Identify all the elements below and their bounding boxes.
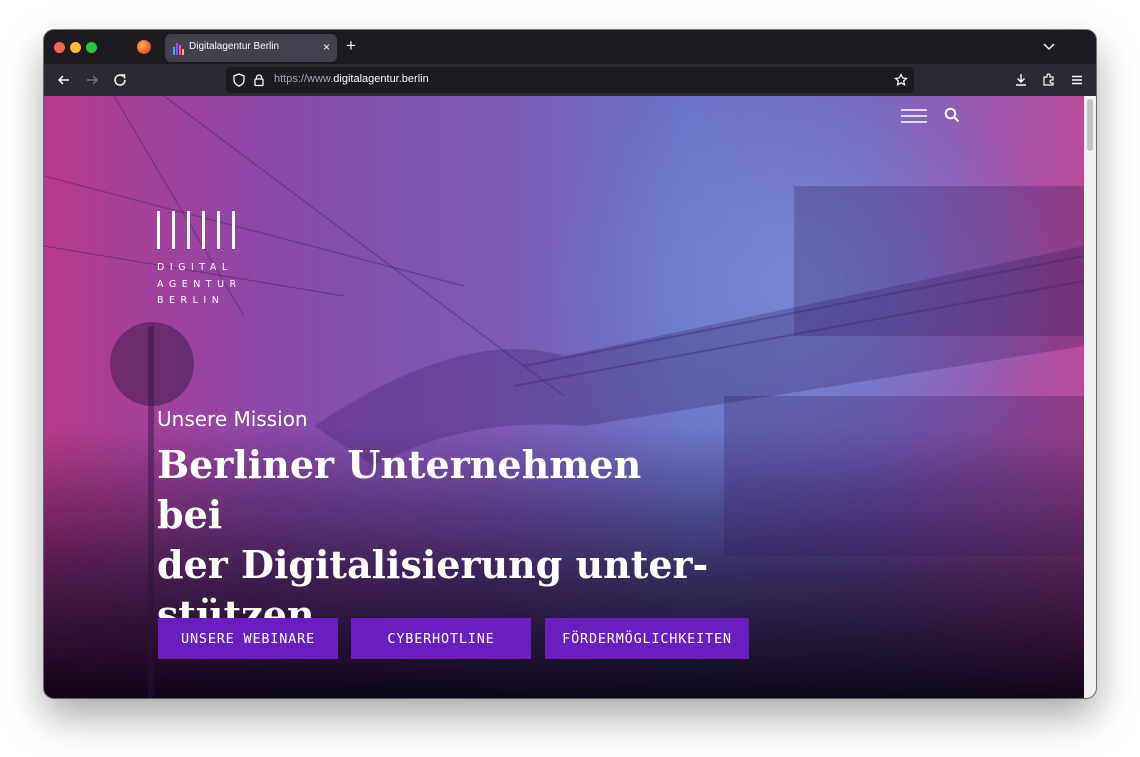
navigation-toolbar: https://www.digitalagentur.berlin (44, 64, 1096, 96)
scrollbar-thumb[interactable] (1087, 99, 1093, 151)
hero-section: DIGITAL AGENTUR BERLIN Unsere Mission Be… (44, 96, 1084, 698)
tab-strip: Digitalagentur Berlin × + (44, 30, 1096, 64)
window-minimize-button[interactable] (70, 42, 81, 53)
bookmark-star-icon[interactable] (894, 73, 908, 87)
logo-text-line: AGENTUR (157, 278, 242, 290)
mission-label: Unsere Mission (157, 407, 308, 431)
url-domain: digitalagentur.berlin (333, 73, 429, 85)
back-arrow-icon[interactable] (56, 72, 72, 88)
browser-window: Digitalagentur Berlin × + https://www.di… (44, 30, 1096, 698)
logo-bars-icon (157, 211, 239, 251)
chevron-down-icon[interactable] (1042, 39, 1056, 53)
window-close-button[interactable] (54, 42, 65, 53)
tracking-shield-icon[interactable] (232, 73, 246, 87)
headline-line: der Digitalisierung unter- (157, 542, 709, 587)
headline-line: Berliner Unternehmen bei (157, 442, 642, 537)
url-prefix: https://www. (274, 73, 334, 85)
webinare-button[interactable]: UNSERE WEBINARE (158, 618, 338, 659)
tab-close-icon[interactable]: × (323, 40, 330, 54)
site-favicon-icon (173, 41, 185, 55)
tab-digitalagentur[interactable]: Digitalagentur Berlin × (165, 34, 337, 62)
menu-hamburger-icon[interactable] (901, 109, 927, 123)
url-bar[interactable]: https://www.digitalagentur.berlin (226, 67, 914, 93)
reload-icon[interactable] (112, 72, 128, 88)
downloads-icon[interactable] (1013, 72, 1029, 88)
page-viewport: DIGITAL AGENTUR BERLIN Unsere Mission Be… (44, 96, 1096, 698)
cyberhotline-button[interactable]: CYBERHOTLINE (351, 618, 531, 659)
page-scrollbar[interactable] (1084, 96, 1096, 698)
foerdermoeglichkeiten-button[interactable]: FÖRDERMÖGLICHKEITEN (545, 618, 749, 659)
url-text[interactable]: https://www.digitalagentur.berlin (274, 73, 429, 85)
firefox-view-icon[interactable] (137, 40, 151, 54)
search-icon[interactable] (944, 107, 960, 123)
forward-arrow-icon[interactable] (84, 72, 100, 88)
lock-icon[interactable] (252, 73, 266, 87)
app-menu-icon[interactable] (1069, 72, 1085, 88)
logo-text-line: DIGITAL (157, 262, 233, 273)
window-maximize-button[interactable] (86, 42, 97, 53)
extensions-icon[interactable] (1041, 72, 1057, 88)
new-tab-button[interactable]: + (346, 36, 356, 56)
digitalagentur-logo[interactable]: DIGITAL AGENTUR BERLIN (157, 211, 242, 310)
logo-text-line: BERLIN (157, 295, 225, 306)
hero-headline: Berliner Unternehmen bei der Digitalisie… (157, 440, 717, 640)
tab-title: Digitalagentur Berlin (189, 41, 280, 52)
